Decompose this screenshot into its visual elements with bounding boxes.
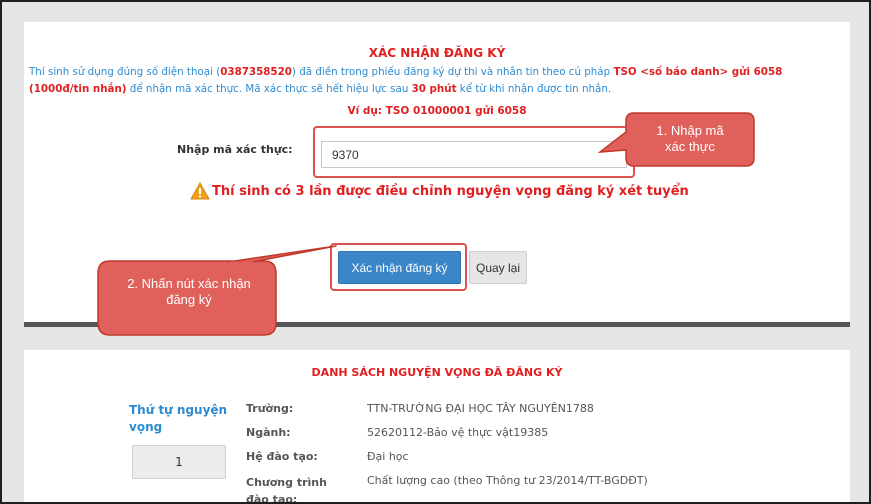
- callout-step-1: 1. Nhập mã xác thực: [656, 123, 724, 154]
- screenshot-frame: XÁC NHẬN ĐĂNG KÝ Thí sinh sử dụng đúng s…: [2, 2, 869, 502]
- callout-tail-2: [227, 245, 337, 263]
- callout-step-2: 2. Nhấn nút xác nhận đăng ký: [127, 276, 251, 307]
- callout-shapes: [97, 112, 755, 336]
